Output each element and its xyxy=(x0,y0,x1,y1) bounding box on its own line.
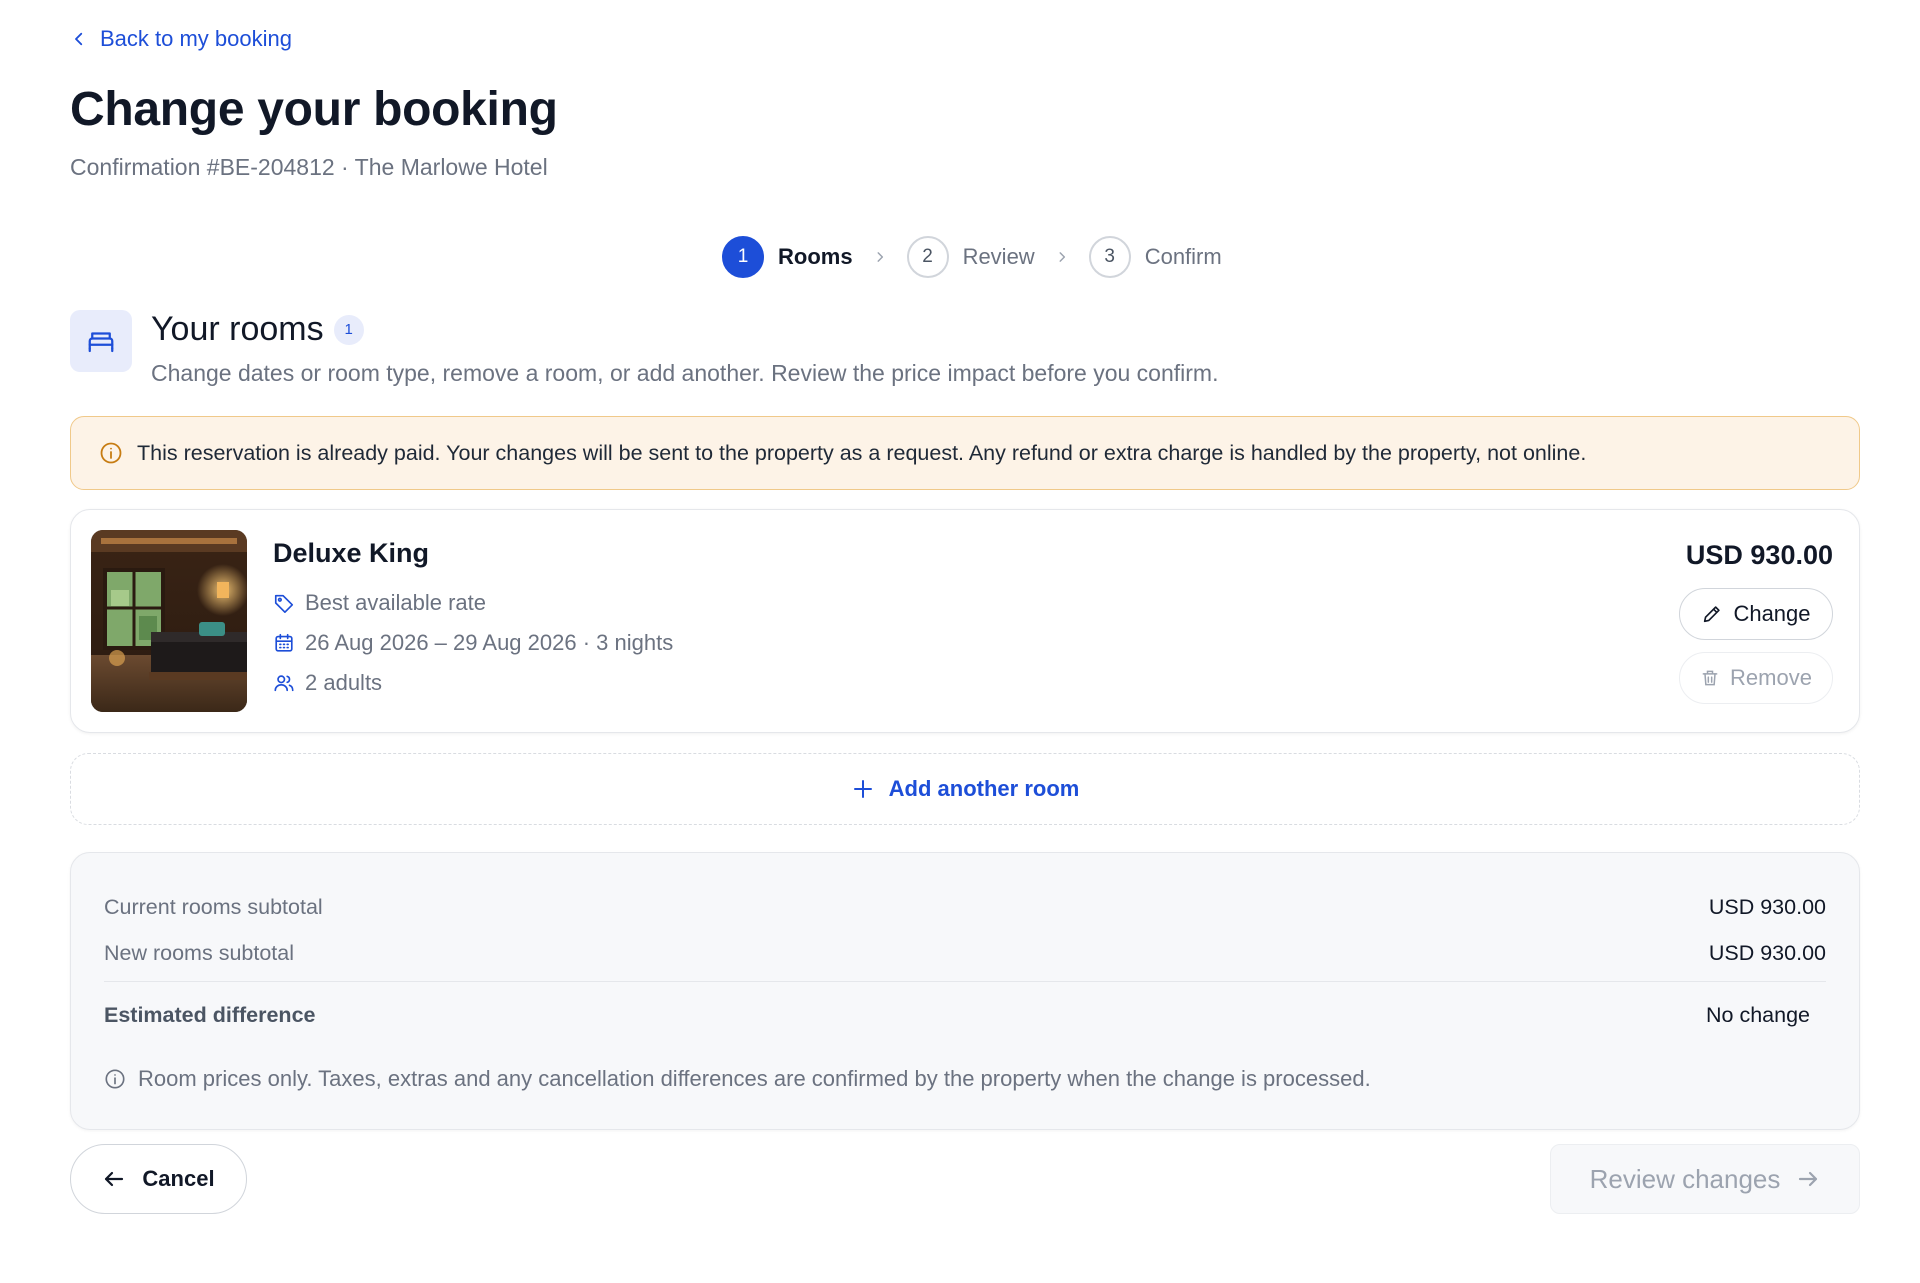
back-link-label: Back to my booking xyxy=(100,26,292,51)
add-room-button[interactable]: Add another room xyxy=(70,753,1860,825)
room-photo xyxy=(91,530,247,712)
step-review[interactable]: 2 Review xyxy=(906,236,1035,278)
info-icon xyxy=(100,442,122,464)
step-label: Review xyxy=(962,244,1035,269)
price-summary: Current rooms subtotal USD 930.00 New ro… xyxy=(70,852,1860,1130)
step-label: Rooms xyxy=(778,244,853,269)
back-link[interactable]: Back to my booking xyxy=(70,26,292,52)
step-number: 1 xyxy=(722,236,764,278)
step-number: 2 xyxy=(906,236,949,278)
summary-divider xyxy=(104,981,1826,982)
new-subtotal-label: New rooms subtotal xyxy=(104,941,294,965)
section-header: Your rooms 1 xyxy=(151,310,364,349)
room-guests: 2 adults xyxy=(273,663,673,703)
users-icon xyxy=(274,675,294,692)
cancel-button-label: Cancel xyxy=(142,1166,215,1191)
page-subtitle: Confirmation #BE-204812 · The Marlowe Ho… xyxy=(70,154,548,180)
calendar-icon xyxy=(275,633,293,652)
review-changes-button[interactable]: Review changes xyxy=(1550,1144,1860,1214)
cancel-button[interactable]: Cancel xyxy=(70,1144,247,1214)
room-count-badge: 1 xyxy=(333,314,364,345)
page-title: Change your booking xyxy=(70,83,558,136)
room-dates: 26 Aug 2026 – 29 Aug 2026 · 3 nights xyxy=(273,623,673,663)
step-confirm[interactable]: 3 Confirm xyxy=(1088,236,1222,278)
add-room-label: Add another room xyxy=(888,776,1080,801)
trash-icon xyxy=(1702,670,1718,686)
section-description: Change dates or room type, remove a room… xyxy=(151,360,1219,386)
tag-icon xyxy=(274,594,294,613)
arrow-left-icon xyxy=(105,1171,124,1187)
pencil-icon xyxy=(1704,606,1721,623)
room-rate: Best available rate xyxy=(273,583,673,623)
difference-value: No change xyxy=(1706,1003,1810,1027)
step-label: Confirm xyxy=(1144,244,1222,269)
plus-icon xyxy=(853,780,872,798)
difference-label: Estimated difference xyxy=(104,1003,316,1027)
remove-button-label: Remove xyxy=(1730,665,1812,690)
change-room-button[interactable]: Change xyxy=(1679,588,1833,640)
remove-room-button[interactable]: Remove xyxy=(1679,652,1833,704)
room-card: Deluxe King Best available rate 26 Aug 2… xyxy=(70,509,1860,733)
room-rate-label: Best available rate xyxy=(305,590,486,615)
room-guests-label: 2 adults xyxy=(305,670,383,695)
room-price: USD 930.00 xyxy=(1685,540,1833,570)
room-dates-label: 26 Aug 2026 – 29 Aug 2026 · 3 nights xyxy=(305,630,674,655)
summary-note: Room prices only. Taxes, extras and any … xyxy=(104,1066,1371,1092)
section-title: Your rooms xyxy=(151,310,324,348)
chevron-right-icon xyxy=(1059,252,1065,262)
summary-note-text: Room prices only. Taxes, extras and any … xyxy=(138,1066,1371,1091)
arrow-right-icon xyxy=(1799,1171,1818,1187)
step-number: 3 xyxy=(1088,236,1131,278)
new-subtotal-row: New rooms subtotal USD 930.00 xyxy=(104,941,1826,966)
stepper: 1 Rooms 2 Review 3 Confirm xyxy=(722,236,1222,278)
notice-text: This reservation is already paid. Your c… xyxy=(137,440,1587,465)
chevron-left-icon xyxy=(75,32,83,46)
current-subtotal-value: USD 930.00 xyxy=(1708,895,1826,919)
change-button-label: Change xyxy=(1733,601,1811,626)
bed-icon xyxy=(88,332,114,353)
difference-row: Estimated difference No change xyxy=(104,1003,1826,1028)
chevron-right-icon xyxy=(877,252,883,262)
room-name: Deluxe King xyxy=(273,538,430,568)
review-button-label: Review changes xyxy=(1589,1163,1781,1194)
step-rooms[interactable]: 1 Rooms xyxy=(722,236,853,278)
new-subtotal-value: USD 930.00 xyxy=(1708,941,1826,965)
section-icon-box xyxy=(70,310,132,372)
room-info: Deluxe King Best available rate 26 Aug 2… xyxy=(273,538,673,703)
payment-notice: This reservation is already paid. Your c… xyxy=(70,416,1860,490)
info-icon xyxy=(105,1069,125,1089)
current-subtotal-label: Current rooms subtotal xyxy=(104,895,323,919)
current-subtotal-row: Current rooms subtotal USD 930.00 xyxy=(104,895,1826,920)
